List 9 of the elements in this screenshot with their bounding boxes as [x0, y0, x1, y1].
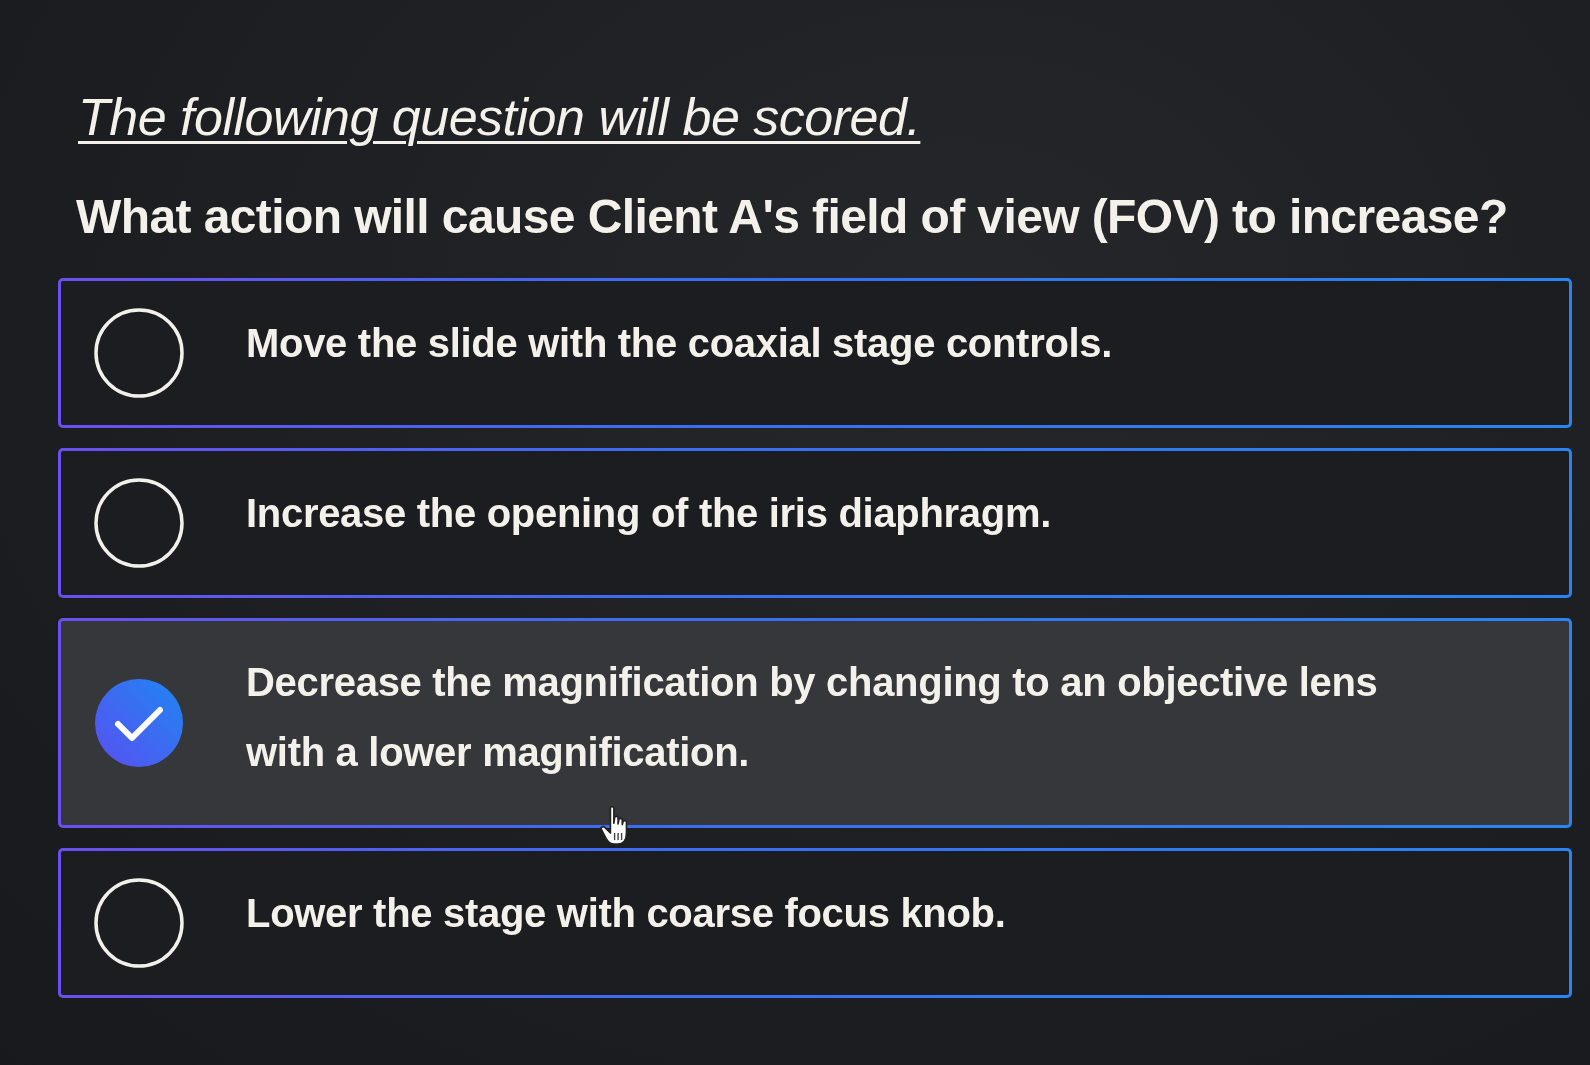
radio-button[interactable] [94, 878, 184, 968]
question-text: What action will cause Client A's field of view (FOV) to increase? [76, 189, 1509, 245]
radio-button[interactable] [94, 678, 184, 768]
answer-option[interactable]: Move the slide with the coaxial stage controls. [58, 278, 1572, 428]
scored-notice-heading: The following question will be scored. [78, 87, 921, 148]
radio-button[interactable] [94, 308, 184, 398]
radio-button[interactable] [94, 478, 184, 568]
answer-option[interactable]: Lower the stage with coarse focus knob. [58, 848, 1572, 998]
answer-option[interactable]: Increase the opening of the iris diaphragm. [58, 448, 1572, 598]
